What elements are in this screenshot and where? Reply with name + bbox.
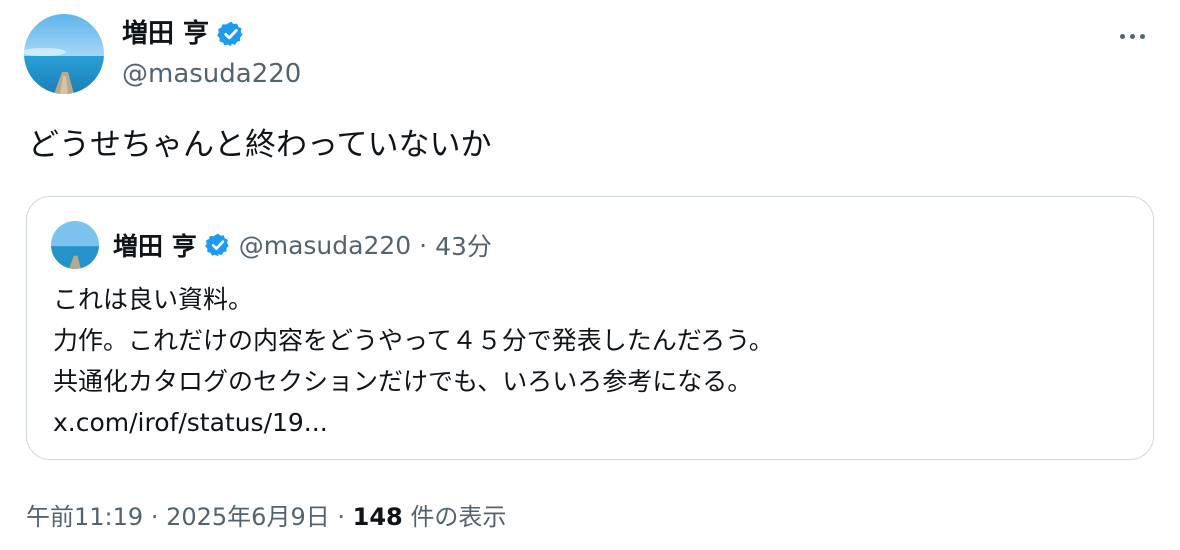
quoted-tweet-text: これは良い資料。 力作。これだけの内容をどうやって４５分で発表したんだろう。 共… bbox=[53, 279, 774, 443]
avatar[interactable] bbox=[24, 14, 104, 94]
quoted-text-line: 共通化カタログのセクションだけでも、いろいろ参考になる。 bbox=[53, 367, 753, 396]
quoted-separator: · bbox=[419, 230, 428, 260]
tweet-meta: 午前11:19 · 2025年6月9日 · 148 件の表示 bbox=[26, 500, 506, 534]
author-name-row: 増田 亨 bbox=[122, 18, 245, 50]
quoted-text-line: 力作。これだけの内容をどうやって４５分で発表したんだろう。 bbox=[53, 326, 774, 355]
quoted-timestamp: 43分 bbox=[435, 232, 492, 261]
quoted-display-name: 増田 亨 bbox=[113, 232, 197, 261]
tweet-time[interactable]: 午前11:19 bbox=[26, 503, 143, 531]
more-horizontal-icon bbox=[1119, 33, 1125, 39]
quoted-avatar bbox=[51, 221, 99, 269]
quoted-tweet-header: 増田 亨 @masuda220 · 43分 bbox=[51, 221, 492, 269]
author-handle[interactable]: @masuda220 bbox=[122, 58, 301, 90]
more-options-button[interactable] bbox=[1110, 18, 1154, 54]
tweet-date[interactable]: 2025年6月9日 bbox=[166, 503, 330, 531]
quoted-tweet-card[interactable]: 増田 亨 @masuda220 · 43分 これは良い資料。 力作。これだけの内… bbox=[26, 196, 1154, 460]
tweet-text: どうせちゃんと終わっていないか bbox=[28, 127, 492, 163]
quoted-text-line: これは良い資料。 bbox=[53, 285, 254, 314]
display-name[interactable]: 増田 亨 bbox=[122, 18, 209, 50]
meta-separator: · bbox=[337, 503, 345, 531]
quoted-handle: @masuda220 bbox=[238, 230, 412, 260]
more-horizontal-icon bbox=[1129, 33, 1135, 39]
quoted-verified-badge-icon bbox=[204, 232, 231, 258]
views-label: 件の表示 bbox=[410, 503, 507, 531]
quoted-link: x.com/irof/status/19... bbox=[53, 408, 328, 437]
more-horizontal-icon bbox=[1139, 33, 1145, 39]
verified-badge-icon[interactable] bbox=[217, 20, 245, 48]
tweet: 増田 亨 @masuda220 どうせちゃんと終わっていないか 増田 亨 @ma… bbox=[0, 0, 1180, 550]
meta-separator: · bbox=[150, 503, 159, 531]
avatar-image bbox=[24, 14, 104, 94]
views-count: 148 bbox=[352, 503, 403, 531]
